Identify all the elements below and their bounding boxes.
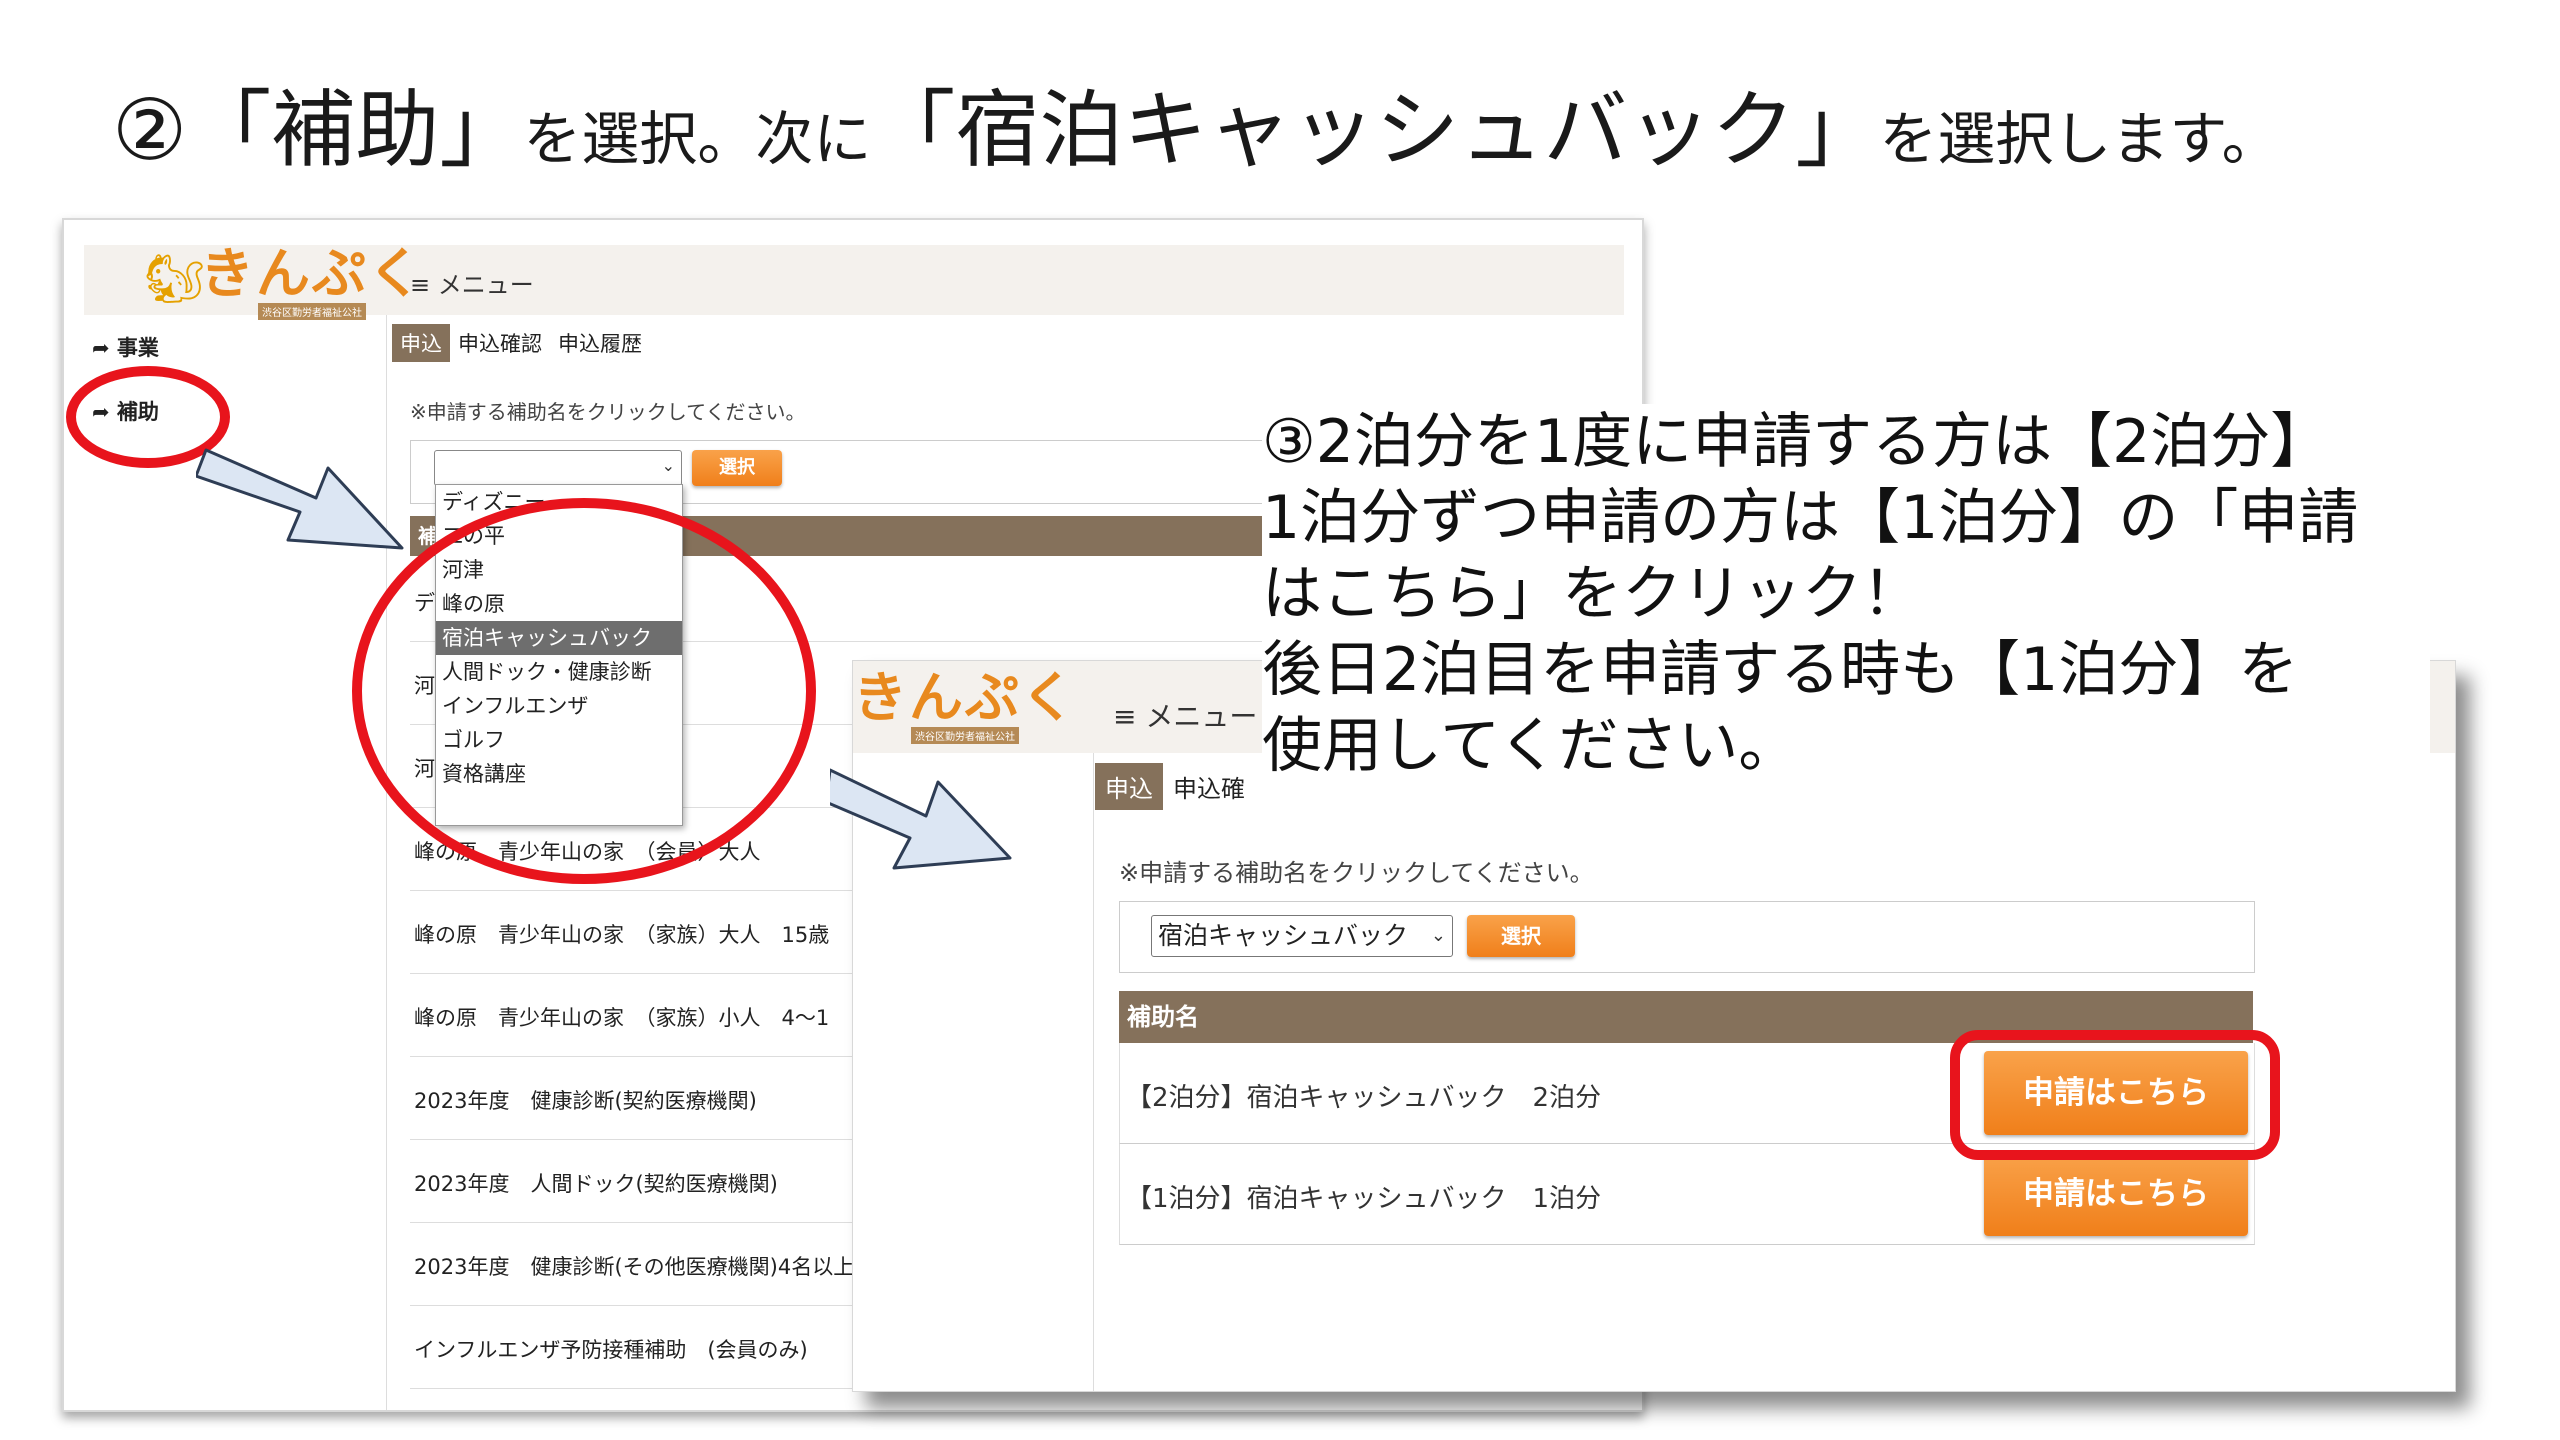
heading-text-1: を選択。次に	[523, 105, 872, 173]
tab-confirm[interactable]: 申込確	[1163, 763, 1255, 810]
tab-bar: 申込 申込確	[1095, 763, 1255, 810]
select-value: 宿泊キャッシュバック	[1158, 921, 1409, 950]
tab-bar: 申込 申込確認 申込履歴	[392, 324, 650, 362]
highlight-ring-dropdown	[352, 498, 816, 884]
heading-open-bracket-1: 「	[187, 81, 272, 179]
row-label: 峰の原 青少年山の家 （家族）大人 15歳	[414, 923, 830, 947]
subsidy-select[interactable]: ⌄	[434, 450, 682, 486]
menu-button[interactable]: ≡ メニュー	[1113, 695, 1257, 735]
logo-subtitle: 渋谷区勤労者福祉公社	[258, 303, 366, 320]
callout-line: 1泊分ずつ申請の方は【1泊分】の「申請	[1262, 483, 2359, 553]
row-label: 2023年度 人間ドック(契約医療機関)	[414, 1172, 778, 1196]
arrow-right-icon	[830, 768, 1012, 870]
subsidy-select[interactable]: 宿泊キャッシュバック ⌄	[1151, 915, 1453, 957]
tab-apply[interactable]: 申込	[1095, 763, 1163, 810]
table-header-label: 補助名	[1127, 1003, 1199, 1031]
highlight-ring-apply-button	[1950, 1030, 2280, 1160]
heading-close-bracket-1: 」	[439, 81, 524, 179]
arrow-right-icon	[196, 448, 404, 550]
sidebar-item-label: 事業	[116, 336, 159, 360]
chevron-down-icon: ⌄	[661, 456, 675, 475]
tab-history[interactable]: 申込履歴	[550, 324, 650, 362]
heading-close-bracket-2: 」	[1795, 81, 1880, 179]
select-button[interactable]: 選択	[1467, 915, 1575, 957]
sidebar-divider	[1093, 753, 1094, 1391]
chevron-down-icon: ⌄	[1430, 925, 1446, 946]
callout-line: 使用してください。	[1262, 711, 1799, 781]
row-label: 2023年度 健康診断(その他医療機関)4名以上	[414, 1255, 855, 1279]
kinpuku-logo[interactable]: 🐿 きんぷく 渋谷区勤労者福祉公社	[144, 247, 424, 320]
logo-name: きんぷく	[200, 242, 424, 305]
row-label: 【1泊分】宿泊キャッシュバック 1泊分	[1126, 1184, 1602, 1214]
share-arrow-icon: ➦	[92, 336, 110, 360]
row-label: インフルエンザ予防接種補助 (会員のみ)	[414, 1338, 808, 1362]
callout-line: 後日2泊目を申請する時も【1泊分】を	[1262, 635, 2299, 705]
menu-button[interactable]: ≡ メニュー	[410, 265, 534, 300]
instruction-heading: ②「補助」を選択。次に「宿泊キャッシュバック」を選択します。	[112, 88, 2280, 172]
heading-open-bracket-2: 「	[871, 81, 956, 179]
step-2-mark: ②	[112, 81, 188, 179]
heading-term-hojo: 補助	[271, 81, 440, 179]
row-label: 峰の原 青少年山の家 （家族）小人 4〜1	[414, 1006, 830, 1030]
instruction-hint: ※申請する補助名をクリックしてください。	[410, 400, 806, 424]
mascot-icon: 🐿	[144, 251, 205, 307]
callout-line: はこちら」をクリック！	[1262, 559, 1922, 629]
sidebar-item-jigyo[interactable]: ➦ 事業	[92, 332, 159, 362]
apply-1-night-button[interactable]: 申請はこちら	[1984, 1152, 2248, 1236]
step-3-callout: ③2泊分を1度に申請する方は【2泊分】 1泊分ずつ申請の方は【1泊分】の「申請 …	[1262, 404, 2430, 800]
logo-name: きんぷく	[853, 666, 1077, 729]
site-header: 🐿 きんぷく 渋谷区勤労者福祉公社 ≡ メニュー	[84, 245, 1624, 320]
callout-line: ③2泊分を1度に申請する方は【2泊分】	[1262, 407, 2331, 477]
tab-apply[interactable]: 申込	[392, 324, 450, 362]
row-label: 【2泊分】宿泊キャッシュバック 2泊分	[1126, 1083, 1602, 1113]
heading-text-2: を選択します。	[1879, 105, 2280, 173]
heading-term-cashback: 宿泊キャッシュバック	[955, 81, 1796, 179]
tab-confirm[interactable]: 申込確認	[450, 324, 550, 362]
select-button[interactable]: 選択	[692, 450, 782, 486]
instruction-hint: ※申請する補助名をクリックしてください。	[1119, 859, 1594, 887]
row-label: 2023年度 健康診断(契約医療機関)	[414, 1089, 757, 1113]
